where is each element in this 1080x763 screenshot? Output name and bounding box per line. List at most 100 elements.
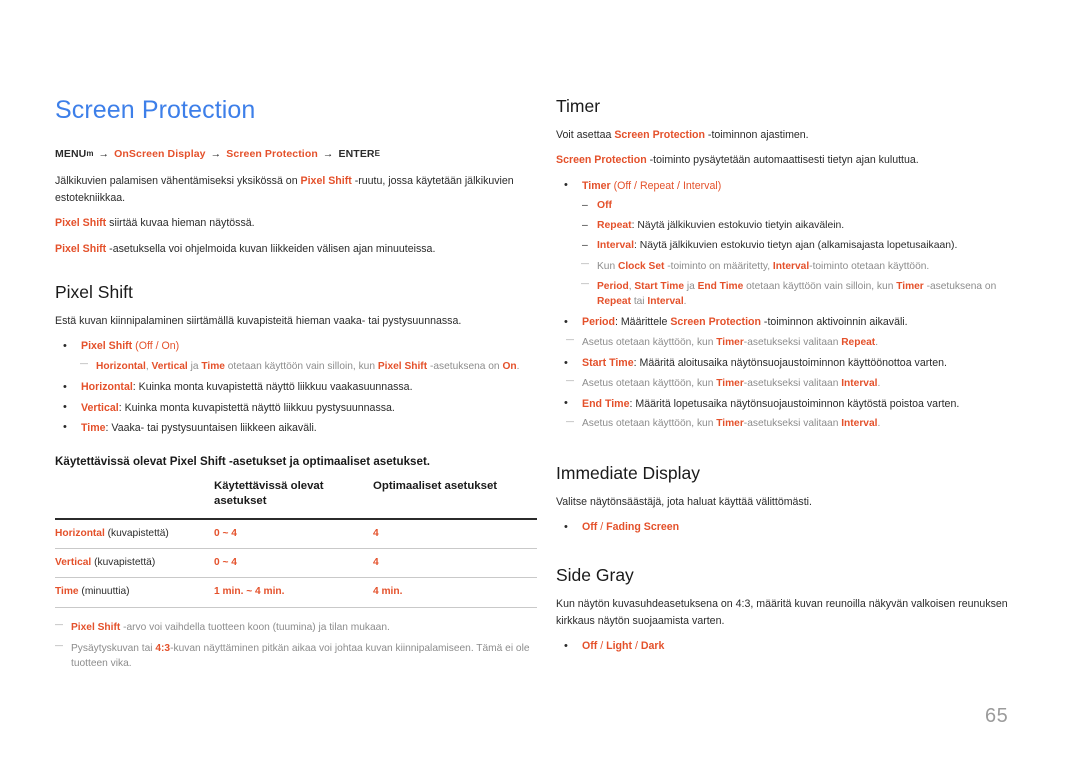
option-light: Light <box>606 640 633 653</box>
term-aspect-ratio: 4:3 <box>155 642 171 654</box>
list-item-note: Asetus otetaan käyttöön, kun Timer-asetu… <box>556 416 1016 431</box>
term-screen-protection: Screen Protection <box>556 154 647 167</box>
text: : Kuinka monta kuvapistettä näyttö liikk… <box>132 381 413 394</box>
term-horizontal: Horizontal <box>96 360 146 372</box>
text: ) <box>175 340 180 353</box>
breadcrumb-arrow-icon: → <box>210 147 222 160</box>
breadcrumb-step-screen-protection[interactable]: Screen Protection <box>226 148 318 160</box>
immediate-display-option-list: Off / Fading Screen <box>556 518 1016 535</box>
text: ja <box>684 280 698 292</box>
list-item: Vertical: Kuinka monta kuvapistettä näyt… <box>55 399 533 416</box>
term-horizontal: Horizontal <box>55 527 105 539</box>
table-cell-optimal: 4 min. <box>373 577 537 608</box>
option-repeat: Repeat <box>639 179 675 192</box>
term-interval: Interval <box>647 296 684 308</box>
section-title-timer: Timer <box>556 96 601 116</box>
term-on: On <box>502 360 517 372</box>
breadcrumb-start: MENU <box>55 147 87 160</box>
list-item-note: Kun Clock Set -toiminto on määritetty, I… <box>556 258 1016 274</box>
text: otetaan käyttöön vain silloin, kun <box>224 360 378 372</box>
table-header-available: Käytettävissä olevat asetukset <box>214 479 324 507</box>
text: -arvo voi vaihdella tuotteen koon (tuumi… <box>120 621 390 633</box>
list-item-note: Asetus otetaan käyttöön, kun Timer-asetu… <box>556 334 1016 350</box>
list-item: Pixel Shift (Off / On) <box>55 338 533 355</box>
breadcrumb-arrow-icon: → <box>322 147 334 160</box>
text: . <box>683 296 687 308</box>
option-on: On <box>161 340 176 353</box>
term-start-time: Start Time <box>634 280 685 292</box>
timer-paragraph-1: Voit asettaa Screen Protection -toiminno… <box>556 127 1016 143</box>
page-number: 65 <box>985 705 1009 727</box>
term-pixel-shift: Pixel Shift <box>300 175 352 188</box>
text: -asetuksena on <box>427 360 503 372</box>
option-off: Off <box>582 640 598 653</box>
text: tai <box>630 296 648 308</box>
text: (minuuttia) <box>78 586 130 598</box>
text: (kuvapistettä) <box>91 556 156 568</box>
term-horizontal: Horizontal <box>81 381 133 394</box>
right-column: Timer Voit asettaa Screen Protection -to… <box>556 96 1016 659</box>
left-column: Screen Protection MENUm → OnScreen Displ… <box>55 96 537 677</box>
breadcrumb-step-onscreen-display[interactable]: OnScreen Display <box>114 148 205 160</box>
table-header-row: Käytettävissä olevat asetukset Optimaali… <box>55 477 537 519</box>
side-gray-option-list: Off / Light / Dark <box>556 638 1016 655</box>
term-pixel-shift: Pixel Shift <box>55 242 107 255</box>
list-item: Timer (Off / Repeat / Interval) <box>556 177 1016 194</box>
text: / <box>597 640 607 653</box>
table-cell-label: Vertical (kuvapistettä) <box>55 548 214 579</box>
table-header-optimal: Optimaaliset asetukset <box>373 479 498 492</box>
term-repeat: Repeat <box>841 336 876 348</box>
table-cell-available: 0 ~ 4 <box>214 518 373 549</box>
table-cell-label: Time (minuuttia) <box>55 577 214 608</box>
term-period: Period <box>582 316 615 329</box>
option-off: Off <box>597 200 613 212</box>
term-interval: Interval <box>772 260 810 272</box>
section-title-immediate-display: Immediate Display <box>556 462 700 483</box>
table-row: Horizontal (kuvapistettä) 0 ~ 4 4 <box>55 518 537 549</box>
term-interval: Interval <box>841 418 878 430</box>
list-item: Time: Vaaka- tai pystysuuntaisen liikkee… <box>55 419 533 436</box>
list-item: Start Time: Määritä aloitusaika näytönsu… <box>556 355 1016 372</box>
term-pixel-shift: Pixel Shift <box>55 217 107 230</box>
text: -asetukseksi valitaan <box>743 336 842 348</box>
list-item: Period: Määrittele Screen Protection -to… <box>556 314 1016 331</box>
text: Pysäytyskuvan tai <box>71 642 156 654</box>
option-interval: Interval <box>682 179 718 192</box>
pixel-shift-option-list: Pixel Shift (Off / On) Horizontal, Verti… <box>55 338 533 437</box>
term-vertical: Vertical <box>81 401 119 414</box>
text: : Määrittele <box>614 316 671 329</box>
text: ) <box>717 179 722 192</box>
list-item-note: Pixel Shift -arvo voi vaihdella tuotteen… <box>55 619 533 635</box>
text: otetaan käyttöön vain silloin, kun <box>743 280 897 292</box>
table-cell-available: 1 min. ~ 4 min. <box>214 577 373 608</box>
table-footnote-list: Pixel Shift -arvo voi vaihdella tuotteen… <box>55 619 533 672</box>
table-cell-label: Horizontal (kuvapistettä) <box>55 518 214 549</box>
text: -asetukseksi valitaan <box>743 377 842 389</box>
text: -toiminnon ajastimen. <box>704 129 809 141</box>
text: : Vaaka- tai pystysuuntaisen liikkeen ai… <box>105 421 317 434</box>
text: : Näytä jälkikuvien estokuvio tietyin ai… <box>631 220 845 232</box>
term-end-time: End Time <box>697 280 744 292</box>
text: ja <box>187 360 202 372</box>
term-pixel-shift: Pixel Shift <box>71 621 121 633</box>
pixel-shift-description: Estä kuvan kiinnipalaminen siirtämällä k… <box>55 315 462 328</box>
text: / <box>674 179 683 192</box>
text: / <box>632 640 641 653</box>
term-pixel-shift: Pixel Shift <box>377 360 428 372</box>
table-cell-optimal: 4 <box>373 548 537 579</box>
immediate-display-description: Valitse näytönsäästäjä, jota haluat käyt… <box>556 495 812 508</box>
term-end-time: End Time <box>582 397 630 410</box>
enter-key-icon: E <box>374 148 380 158</box>
text: : Määritä aloitusaika näytönsuojaustoimi… <box>633 357 947 370</box>
text: . <box>877 418 881 430</box>
table-header-blank <box>55 477 214 519</box>
section-title-side-gray: Side Gray <box>556 565 634 586</box>
text: : Kuinka monta kuvapistettä näyttö liikk… <box>118 401 395 414</box>
text: -toiminnon aktivoinnin aikaväli. <box>760 316 908 329</box>
intro-paragraph-1: Jälkikuvien palamisen vähentämiseksi yks… <box>55 173 533 206</box>
table-row: Vertical (kuvapistettä) 0 ~ 4 4 <box>55 548 537 579</box>
manual-page: Screen Protection MENUm → OnScreen Displ… <box>0 0 1080 763</box>
table-row: Time (minuuttia) 1 min. ~ 4 min. 4 min. <box>55 577 537 608</box>
